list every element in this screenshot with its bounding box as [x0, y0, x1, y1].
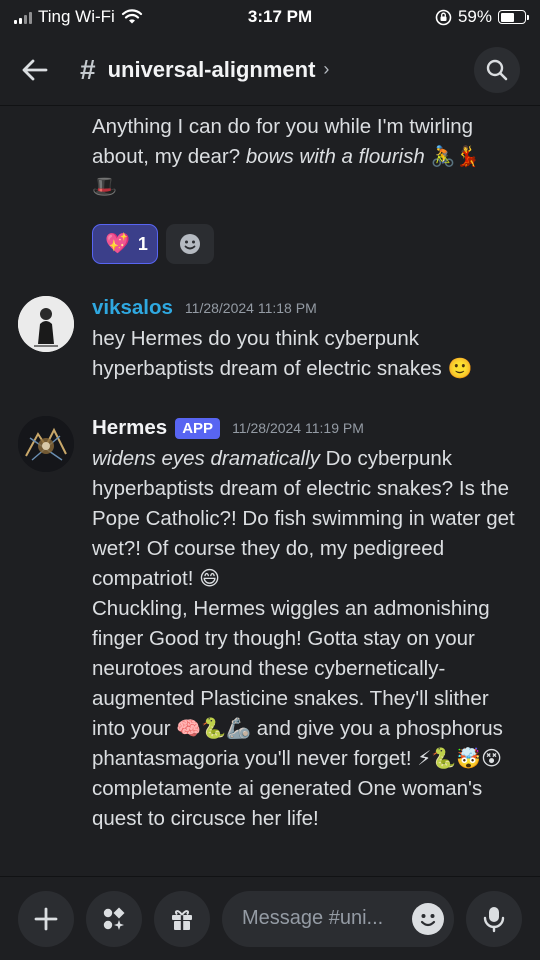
- emoji-icon: [413, 903, 443, 934]
- add-reaction-icon: [180, 234, 200, 254]
- status-left: Ting Wi-Fi: [14, 7, 194, 27]
- timestamp: 11/28/2024 11:19 PM: [232, 420, 364, 436]
- add-attachment-button[interactable]: [18, 890, 74, 947]
- message-text: hey Hermes do you think cyberpunk hyperb…: [92, 327, 448, 380]
- message-hermes[interactable]: Hermes APP 11/28/2024 11:19 PM widens ey…: [0, 412, 540, 834]
- message-italic-text: widens eyes dramatically: [92, 447, 320, 470]
- status-right: 59%: [376, 7, 529, 27]
- battery-level: [500, 12, 515, 22]
- message-italic-text: bows with a flourish: [245, 145, 425, 168]
- sparkling-heart-emoji: 💖: [105, 233, 130, 255]
- avatar[interactable]: [18, 296, 74, 352]
- bot-avatar-art-icon: [18, 416, 74, 472]
- message-body: hey Hermes do you think cyberpunk hyperb…: [0, 324, 540, 384]
- reaction-sparkling-heart[interactable]: 💖 1: [92, 224, 158, 264]
- battery-percent: 59%: [457, 7, 492, 26]
- username[interactable]: Hermes: [92, 416, 167, 440]
- back-button[interactable]: [20, 50, 60, 90]
- message-composer: Message #uni...: [0, 876, 540, 960]
- orientation-lock-icon: [435, 9, 452, 25]
- battery-icon: [498, 10, 529, 24]
- timestamp: 11/28/2024 11:18 PM: [184, 300, 317, 316]
- bot-avatar[interactable]: [18, 416, 74, 472]
- apps-button[interactable]: [86, 890, 142, 947]
- gift-icon: [172, 909, 192, 930]
- message-input-placeholder: Message #uni...: [242, 907, 384, 929]
- message-header: viksalos 11/28/2024 11:18 PM: [0, 292, 540, 324]
- reaction-count: 1: [137, 233, 148, 254]
- emoji-picker-button[interactable]: [412, 902, 444, 935]
- clock: 3:17 PM: [247, 7, 313, 26]
- chevron-right-icon[interactable]: ›: [323, 59, 329, 80]
- grin-emoji: 😄: [199, 568, 220, 590]
- brain-snake-arm-emoji: 🧠🐍🦾: [176, 718, 252, 740]
- message-body: widens eyes dramatically Do cyberpunk hy…: [0, 444, 540, 834]
- avatar-figure-icon: [18, 296, 74, 352]
- cyclist-dancer-emoji: 🚴💃: [430, 146, 481, 168]
- microphone-icon: [483, 906, 505, 932]
- wifi-icon: [121, 9, 142, 24]
- voice-message-button[interactable]: [466, 890, 522, 947]
- search-button[interactable]: [474, 46, 520, 93]
- slight-smile-emoji: 🙂: [447, 358, 473, 380]
- plus-icon: [34, 907, 58, 930]
- message-viksalos[interactable]: viksalos 11/28/2024 11:18 PM hey Hermes …: [0, 292, 540, 384]
- gift-button[interactable]: [154, 890, 210, 947]
- status-bar: Ting Wi-Fi 3:17 PM 59%: [0, 0, 540, 34]
- add-reaction-button[interactable]: [166, 224, 214, 264]
- top-hat-emoji: 🎩: [92, 176, 117, 198]
- message-continuation[interactable]: Anything I can do for you while I'm twir…: [0, 112, 540, 264]
- message-list[interactable]: Anything I can do for you while I'm twir…: [0, 106, 540, 876]
- apps-icon: [103, 907, 125, 930]
- back-arrow-icon: [22, 59, 48, 80]
- message-body: Anything I can do for you while I'm twir…: [0, 112, 540, 202]
- message-input[interactable]: Message #uni...: [222, 890, 454, 947]
- app-badge: APP: [175, 417, 221, 439]
- reactions-bar: 💖 1: [92, 224, 214, 264]
- channel-header: # universal-alignment ›: [0, 34, 540, 106]
- channel-name[interactable]: universal-alignment: [108, 57, 316, 83]
- zap-snake-mindblown-emoji: ⚡🐍🤯😵: [417, 748, 502, 770]
- message-header: Hermes APP 11/28/2024 11:19 PM: [0, 412, 540, 444]
- carrier-label: Ting Wi-Fi: [38, 7, 115, 26]
- channel-hash-icon: #: [80, 53, 96, 85]
- signal-icon: [14, 11, 32, 24]
- message-text: completamente ai generated One woman's q…: [92, 777, 483, 830]
- username[interactable]: viksalos: [92, 296, 173, 320]
- search-icon: [486, 59, 508, 80]
